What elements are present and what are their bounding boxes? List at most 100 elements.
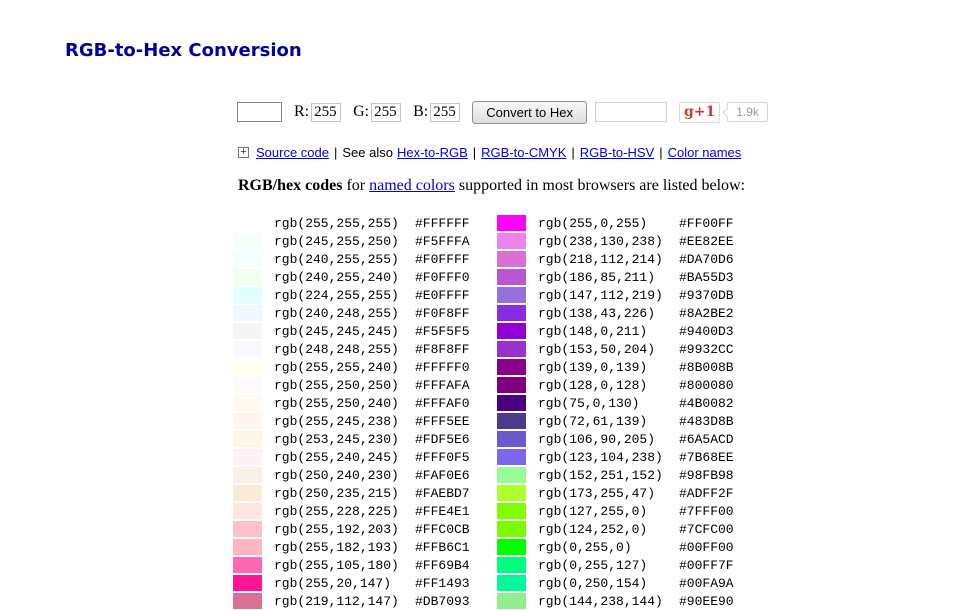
rgb-value: rgb(144,238,144) xyxy=(538,594,679,609)
hex-value: #FF00FF xyxy=(679,216,734,231)
hex-value: #DB7093 xyxy=(415,594,470,609)
rgb-value: rgb(248,248,255) xyxy=(274,342,415,357)
hex-value: #EE82EE xyxy=(679,234,734,249)
color-row: rgb(255,255,255)#FFFFFF xyxy=(233,214,470,232)
rgb-value: rgb(255,182,193) xyxy=(274,540,415,555)
convert-to-hex-button[interactable]: Convert to Hex xyxy=(472,101,587,124)
link-rgb-to-hsv[interactable]: RGB-to-HSV xyxy=(580,145,654,160)
hex-value: #00FF00 xyxy=(679,540,734,555)
color-swatch xyxy=(497,215,526,231)
hex-value: #00FF7F xyxy=(679,558,734,573)
red-label: R: xyxy=(294,103,309,121)
hex-value: #FFF5EE xyxy=(415,414,470,429)
rgb-value: rgb(245,245,245) xyxy=(274,324,415,339)
hex-value: #FFFFF0 xyxy=(415,360,470,375)
color-row: rgb(173,255,47)#ADFF2F xyxy=(497,484,734,502)
rgb-value: rgb(0,250,154) xyxy=(538,576,679,591)
hex-value: #F5FFFA xyxy=(415,234,470,249)
rgb-value: rgb(250,240,230) xyxy=(274,468,415,483)
hex-value: #7CFC00 xyxy=(679,522,734,537)
source-code-link[interactable]: Source code xyxy=(256,145,329,160)
rgb-value: rgb(255,250,240) xyxy=(274,396,415,411)
red-input[interactable] xyxy=(311,103,341,122)
link-rgb-to-cmyk[interactable]: RGB-to-CMYK xyxy=(481,145,566,160)
separator: | xyxy=(571,145,574,160)
hex-result-input[interactable] xyxy=(595,102,667,122)
color-swatch xyxy=(233,395,262,411)
separator: | xyxy=(659,145,662,160)
hex-value: #DA70D6 xyxy=(679,252,734,267)
link-hex-to-rgb[interactable]: Hex-to-RGB xyxy=(397,145,468,160)
color-row: rgb(148,0,211)#9400D3 xyxy=(497,322,734,340)
rgb-value: rgb(255,255,240) xyxy=(274,360,415,375)
hex-value: #9932CC xyxy=(679,342,734,357)
hex-value: #FF1493 xyxy=(415,576,470,591)
color-row: rgb(250,235,215)#FAEBD7 xyxy=(233,484,470,502)
color-swatch xyxy=(497,503,526,519)
color-swatch xyxy=(497,521,526,537)
rgb-value: rgb(173,255,47) xyxy=(538,486,679,501)
color-swatch xyxy=(233,377,262,393)
color-swatch xyxy=(233,449,262,465)
color-swatch xyxy=(233,575,262,591)
rgb-value: rgb(255,20,147) xyxy=(274,576,415,591)
plus-one-button[interactable]: g+1 xyxy=(679,102,720,123)
color-row: rgb(253,245,230)#FDF5E6 xyxy=(233,430,470,448)
green-input[interactable] xyxy=(371,103,401,122)
color-swatch xyxy=(233,539,262,555)
color-row: rgb(255,0,255)#FF00FF xyxy=(497,214,734,232)
rgb-value: rgb(72,61,139) xyxy=(538,414,679,429)
hex-value: #FFFAF0 xyxy=(415,396,470,411)
rgb-value: rgb(124,252,0) xyxy=(538,522,679,537)
color-swatch xyxy=(497,359,526,375)
color-swatch xyxy=(233,287,262,303)
hex-value: #90EE90 xyxy=(679,594,734,609)
intro-sentence: RGB/hex codes for named colors supported… xyxy=(238,177,745,195)
color-row: rgb(128,0,128)#800080 xyxy=(497,376,734,394)
color-swatch xyxy=(233,503,262,519)
color-row: rgb(0,250,154)#00FA9A xyxy=(497,574,734,592)
rgb-value: rgb(255,0,255) xyxy=(538,216,679,231)
color-row: rgb(0,255,127)#00FF7F xyxy=(497,556,734,574)
color-swatch xyxy=(497,449,526,465)
separator: | xyxy=(473,145,476,160)
hex-value: #800080 xyxy=(679,378,734,393)
hex-value: #FFE4E1 xyxy=(415,504,470,519)
expand-plus-icon[interactable]: + xyxy=(238,147,249,158)
blue-input[interactable] xyxy=(430,103,460,122)
rgb-value: rgb(127,255,0) xyxy=(538,504,679,519)
color-swatch xyxy=(233,323,262,339)
hex-value: #FFFAFA xyxy=(415,378,470,393)
rgb-value: rgb(245,255,250) xyxy=(274,234,415,249)
color-swatch xyxy=(233,431,262,447)
color-row: rgb(147,112,219)#9370DB xyxy=(497,286,734,304)
hex-value: #ADFF2F xyxy=(679,486,734,501)
color-swatch xyxy=(233,359,262,375)
color-swatch xyxy=(497,305,526,321)
hex-value: #FF69B4 xyxy=(415,558,470,573)
hex-value: #98FB98 xyxy=(679,468,734,483)
color-swatch xyxy=(497,323,526,339)
plus-one-count-badge: 1.9k xyxy=(727,102,768,122)
color-row: rgb(255,105,180)#FF69B4 xyxy=(233,556,470,574)
hex-value: #FFB6C1 xyxy=(415,540,470,555)
rgb-value: rgb(138,43,226) xyxy=(538,306,679,321)
color-row: rgb(224,255,255)#E0FFFF xyxy=(233,286,470,304)
color-swatch xyxy=(497,287,526,303)
color-swatch xyxy=(233,215,262,231)
hex-value: #F0F8FF xyxy=(415,306,470,321)
color-preview-box[interactable] xyxy=(237,102,282,122)
link-color-names[interactable]: Color names xyxy=(668,145,742,160)
color-row: rgb(186,85,211)#BA55D3 xyxy=(497,268,734,286)
rgb-value: rgb(153,50,204) xyxy=(538,342,679,357)
rgb-value: rgb(0,255,127) xyxy=(538,558,679,573)
hex-value: #E0FFFF xyxy=(415,288,470,303)
separator: | xyxy=(334,145,337,160)
hex-value: #4B0082 xyxy=(679,396,734,411)
named-colors-link[interactable]: named colors xyxy=(369,177,455,194)
color-row: rgb(0,255,0)#00FF00 xyxy=(497,538,734,556)
rgb-value: rgb(255,228,225) xyxy=(274,504,415,519)
color-row: rgb(255,192,203)#FFC0CB xyxy=(233,520,470,538)
color-swatch xyxy=(497,269,526,285)
color-swatch xyxy=(233,485,262,501)
